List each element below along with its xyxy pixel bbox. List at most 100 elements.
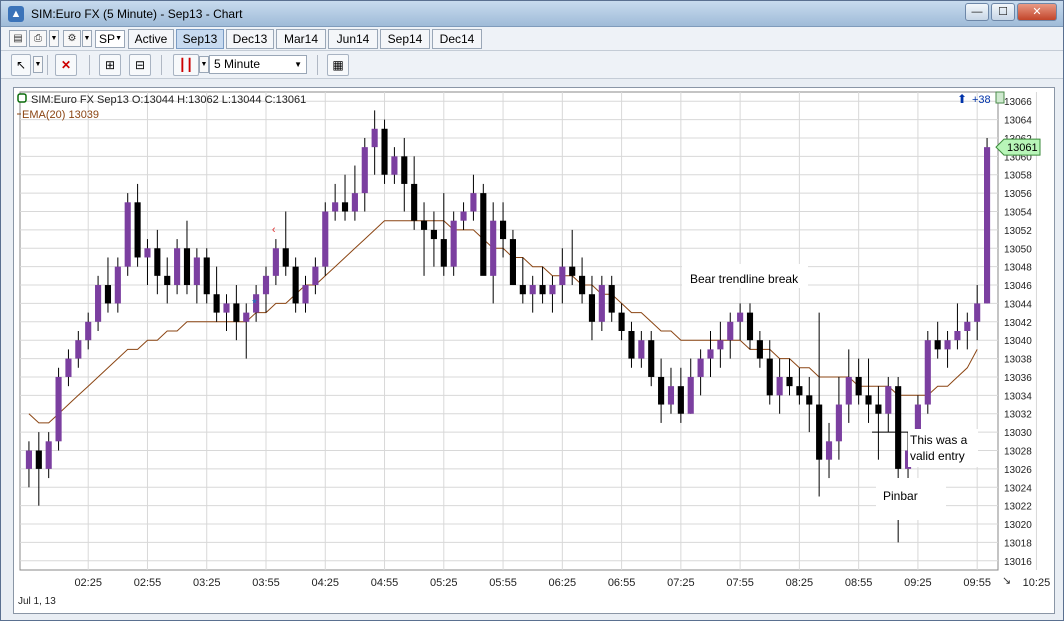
data-box-icon[interactable]: ▦ [327,54,349,76]
candle-up [470,193,477,212]
candle-down [934,340,941,350]
strategies-icon[interactable]: ⊟ [129,54,151,76]
candle-up [45,441,52,469]
candle-up [638,340,645,359]
instrument-dropdown-icon[interactable]: ▼ [82,30,92,47]
chevron-down-icon: ▼ [294,60,302,69]
candle-up [490,220,497,276]
candle-down [658,376,665,405]
interval-select[interactable]: 5 Minute ▼ [209,55,307,74]
chart-style-dropdown-icon[interactable]: ▼ [199,56,209,73]
candle-up [727,321,734,341]
candle-up [825,441,833,460]
candle-up [450,220,457,267]
cursor-icon[interactable]: ↖ [11,54,31,76]
candle-up [95,285,102,322]
candle-up [302,285,309,304]
candle-down [519,285,526,295]
candlestick-style-icon[interactable]: ┃┃ [173,54,199,76]
interval-label: 5 Minute [214,57,261,71]
candle-down [203,257,210,295]
cursor-dropdown-icon[interactable]: ▼ [33,56,43,73]
candle-up [75,340,82,359]
y-tick-label: 13028 [1004,447,1032,458]
candle-down [588,294,596,322]
y-tick-label: 13058 [1004,171,1032,182]
candle-down [806,395,813,405]
print-icon[interactable]: ⎙ [29,30,47,47]
candle-down [154,248,161,276]
candle-down [855,376,862,396]
y-tick-label: 13034 [1004,391,1032,402]
candle-up [114,266,121,304]
candle-down [282,248,289,267]
instrument-icon[interactable]: ⚙ [63,30,81,47]
y-tick-label: 13040 [1004,336,1032,347]
instrument-status-icon [17,93,27,103]
candle-up [885,386,892,414]
candle-down [786,376,793,387]
minimize-button[interactable]: — [965,3,989,21]
x-tick-label: 07:25 [667,577,695,589]
x-tick-label: 02:55 [134,577,162,589]
tab-dec13[interactable]: Dec13 [226,29,274,49]
candle-up [55,376,62,442]
tab-mar14[interactable]: Mar14 [276,29,326,49]
candle-up [124,202,131,267]
chart-date-label: Jul 1, 13 [18,596,56,607]
candle-up [974,303,981,322]
candle-down [499,220,507,240]
candle-up [361,147,368,194]
close-button[interactable]: ✕ [1017,3,1057,21]
x-tick-label: 08:55 [845,577,873,589]
tab-jun14[interactable]: Jun14 [328,29,378,49]
sell-marker-icon: ‹ [272,224,276,236]
print-dropdown-icon[interactable]: ▼ [49,30,59,47]
tab-sep13[interactable]: Sep13 [176,29,224,49]
candle-up [243,312,250,322]
candle-down [539,285,546,295]
y-tick-label: 13030 [1004,428,1032,439]
candle-down [480,193,487,276]
candle-up [193,257,200,286]
x-tick-label: 06:25 [549,577,577,589]
candle-up [776,376,783,396]
x-tick-label: 03:55 [252,577,280,589]
instrument-toolbar: ▤ ⎙ ▼ ⚙ ▼ SP ▼ Active Sep13 Dec13 Mar14 Jun14… [1,27,1063,51]
chart-instrument-label: SIM:Euro FX Sep13 O:13044 H:13062 L:1304… [31,94,306,106]
candle-down [104,285,112,304]
indicators-icon[interactable]: ⊞ [99,54,121,76]
tab-active[interactable]: Active [128,29,174,49]
resize-corner-icon: ↘ [1002,575,1011,587]
annotation-valid-entry-line1: This was a [910,433,968,447]
remove-drawing-icon[interactable]: ✕ [55,54,77,76]
candle-up [460,211,467,221]
tab-sep14[interactable]: Sep14 [380,29,430,49]
candle-up [85,321,92,341]
title-bar[interactable]: ▲ SIM:Euro FX (5 Minute) - Sep13 - Chart… [1,1,1063,27]
app-icon: ▲ [8,6,24,22]
y-tick-label: 13032 [1004,410,1032,421]
y-tick-label: 13024 [1004,483,1032,494]
maximize-button[interactable]: ☐ [991,3,1015,21]
candle-down [579,275,586,295]
candle-down [875,404,882,414]
tab-dec14[interactable]: Dec14 [432,29,482,49]
properties-icon[interactable]: ▤ [9,30,27,47]
candle-up [667,386,675,405]
candle-down [341,202,349,212]
chevron-down-icon: ▼ [115,35,122,42]
chart-panel[interactable]: 13016 13018 13020 13022 13024 13026 13028 13030… [13,87,1055,614]
x-tick-label: 09:55 [963,577,991,589]
candle-up [954,331,961,341]
y-tick-label: 13048 [1004,263,1032,274]
candle-up [332,202,339,212]
candle-up [549,285,556,295]
instrument-selector[interactable]: SP ▼ [95,30,125,48]
x-tick-label: 03:25 [193,577,221,589]
candle-down [134,202,141,258]
candle-down [420,220,428,230]
candle-down [677,386,684,414]
price-chart[interactable]: 13016 13018 13020 13022 13024 13026 13028 13030… [14,88,1054,613]
x-tick-label: 07:55 [726,577,754,589]
